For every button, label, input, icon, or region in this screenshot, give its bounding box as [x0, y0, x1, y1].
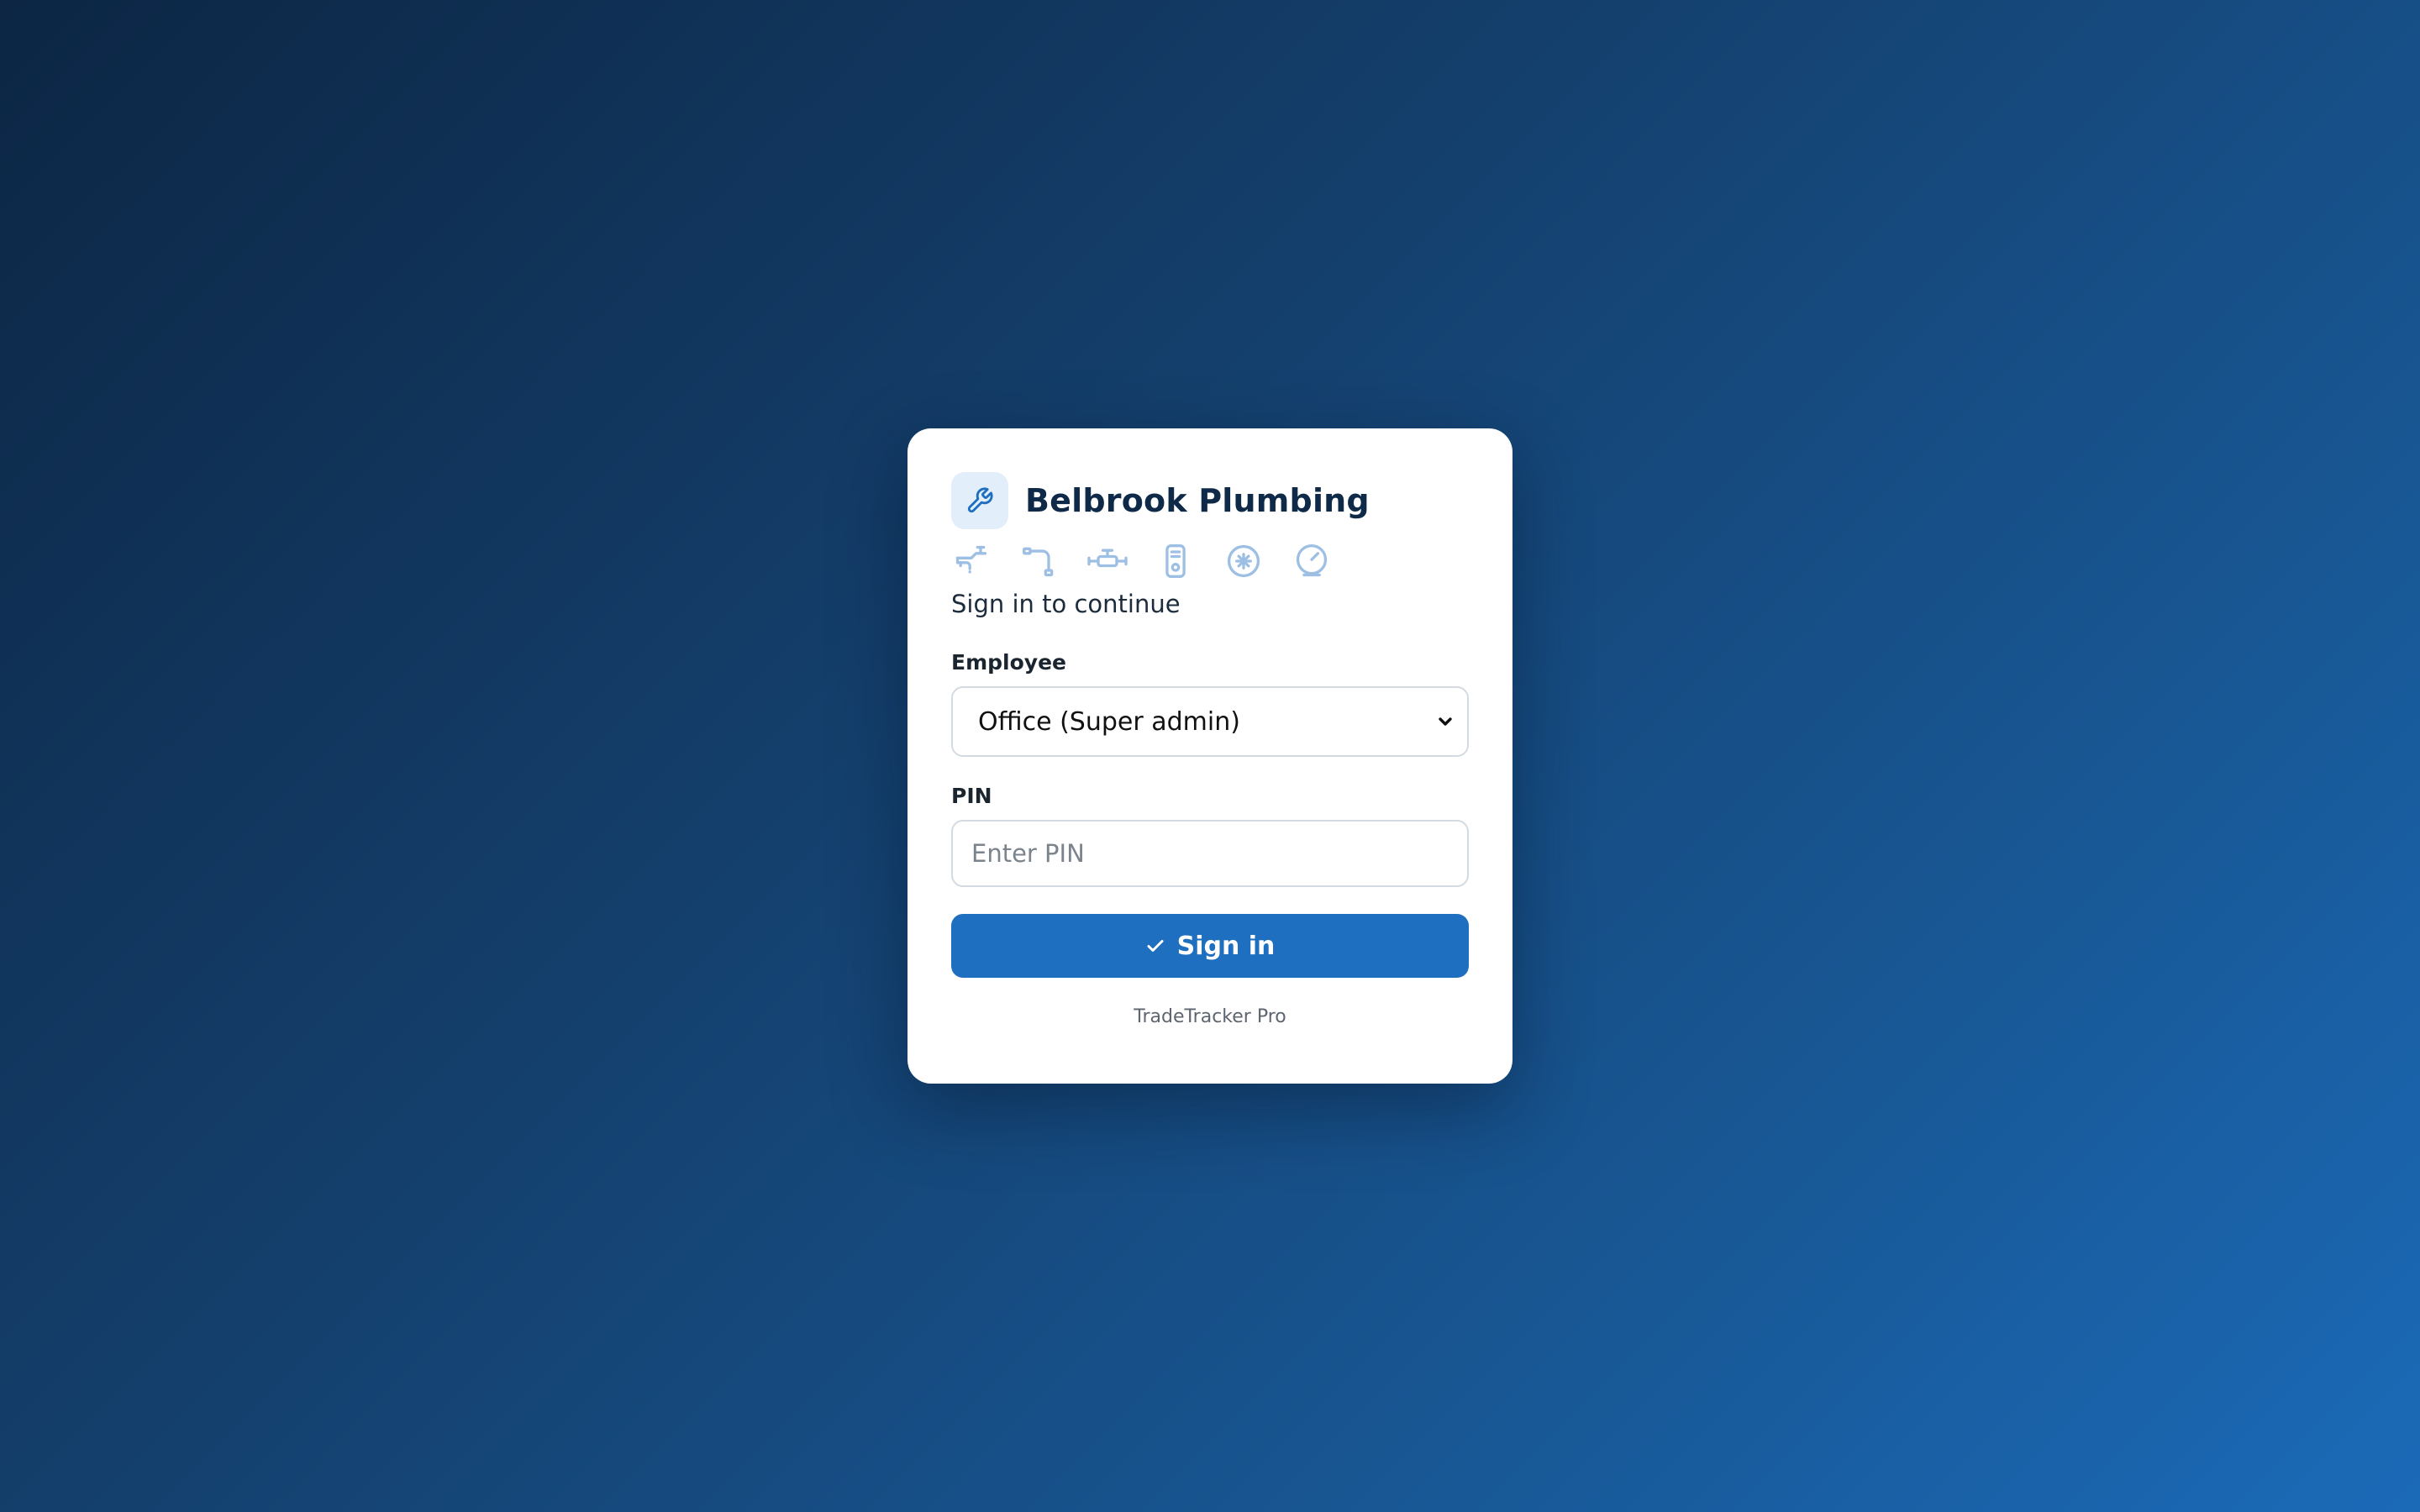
brand-header: Belbrook Plumbing: [951, 472, 1469, 529]
login-card: Belbrook Plumbing Sign in to continue Em…: [908, 428, 1512, 1084]
brand-badge: [951, 472, 1008, 529]
signin-button[interactable]: Sign in: [951, 914, 1469, 978]
wrench-icon: [967, 487, 993, 513]
signin-button-label: Sign in: [1176, 931, 1276, 961]
chevron-down-icon: [1439, 717, 1452, 726]
water-heater-icon: [1155, 541, 1196, 581]
employee-select-value: Office (Super admin): [978, 706, 1240, 737]
pin-label: PIN: [951, 784, 992, 808]
brand-title: Belbrook Plumbing: [1025, 482, 1370, 519]
signin-subtitle: Sign in to continue: [951, 590, 1181, 618]
pipe-elbow-icon: [1019, 541, 1060, 581]
faucet-icon: [951, 541, 992, 581]
pressure-gauge-icon: [1292, 541, 1332, 581]
pin-input[interactable]: [951, 820, 1469, 887]
drain-icon: [1223, 541, 1264, 581]
check-icon: [1145, 936, 1165, 956]
footer-product-name: TradeTracker Pro: [1134, 1006, 1286, 1027]
pipe-valve-icon: [1087, 541, 1128, 581]
employee-label: Employee: [951, 650, 1066, 675]
trade-icons-row: [951, 541, 1469, 581]
employee-select[interactable]: Office (Super admin): [951, 686, 1469, 757]
